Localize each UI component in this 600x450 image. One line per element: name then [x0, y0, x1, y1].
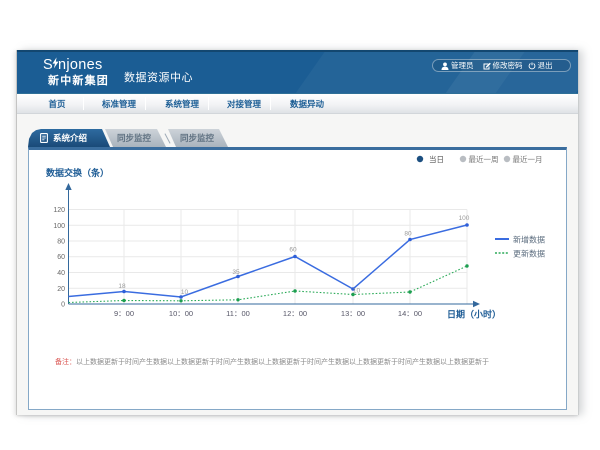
svg-text:100: 100	[459, 215, 470, 222]
svg-text:60: 60	[289, 247, 297, 254]
svg-text:10: 10	[353, 288, 361, 295]
svg-text:数据交换（条）: 数据交换（条）	[46, 167, 109, 178]
svg-text:11：00: 11：00	[226, 309, 250, 318]
svg-text:18: 18	[118, 283, 126, 290]
svg-text:最近一周: 最近一周	[469, 154, 499, 164]
svg-text:最近一月: 最近一月	[513, 154, 543, 164]
svg-text:0: 0	[61, 302, 65, 309]
svg-text:80: 80	[404, 231, 412, 238]
svg-text:40: 40	[57, 270, 65, 277]
svg-text:更新数据: 更新数据	[513, 249, 545, 259]
svg-text:12：00: 12：00	[283, 309, 307, 318]
svg-text:35: 35	[232, 269, 240, 276]
svg-text:80: 80	[57, 239, 65, 246]
svg-text:新增数据: 新增数据	[513, 235, 545, 245]
svg-text:100: 100	[53, 223, 65, 230]
svg-text:13：00: 13：00	[341, 309, 365, 318]
svg-text:日期（小时）: 日期（小时）	[447, 309, 501, 320]
svg-text:当日: 当日	[429, 154, 444, 164]
svg-text:10：00: 10：00	[169, 309, 193, 318]
svg-text:10: 10	[181, 289, 189, 296]
svg-text:14：00: 14：00	[398, 309, 422, 318]
svg-text:60: 60	[57, 254, 65, 261]
svg-text:20: 20	[57, 286, 65, 293]
svg-text:9：00: 9：00	[114, 309, 134, 318]
svg-text:120: 120	[53, 207, 65, 214]
